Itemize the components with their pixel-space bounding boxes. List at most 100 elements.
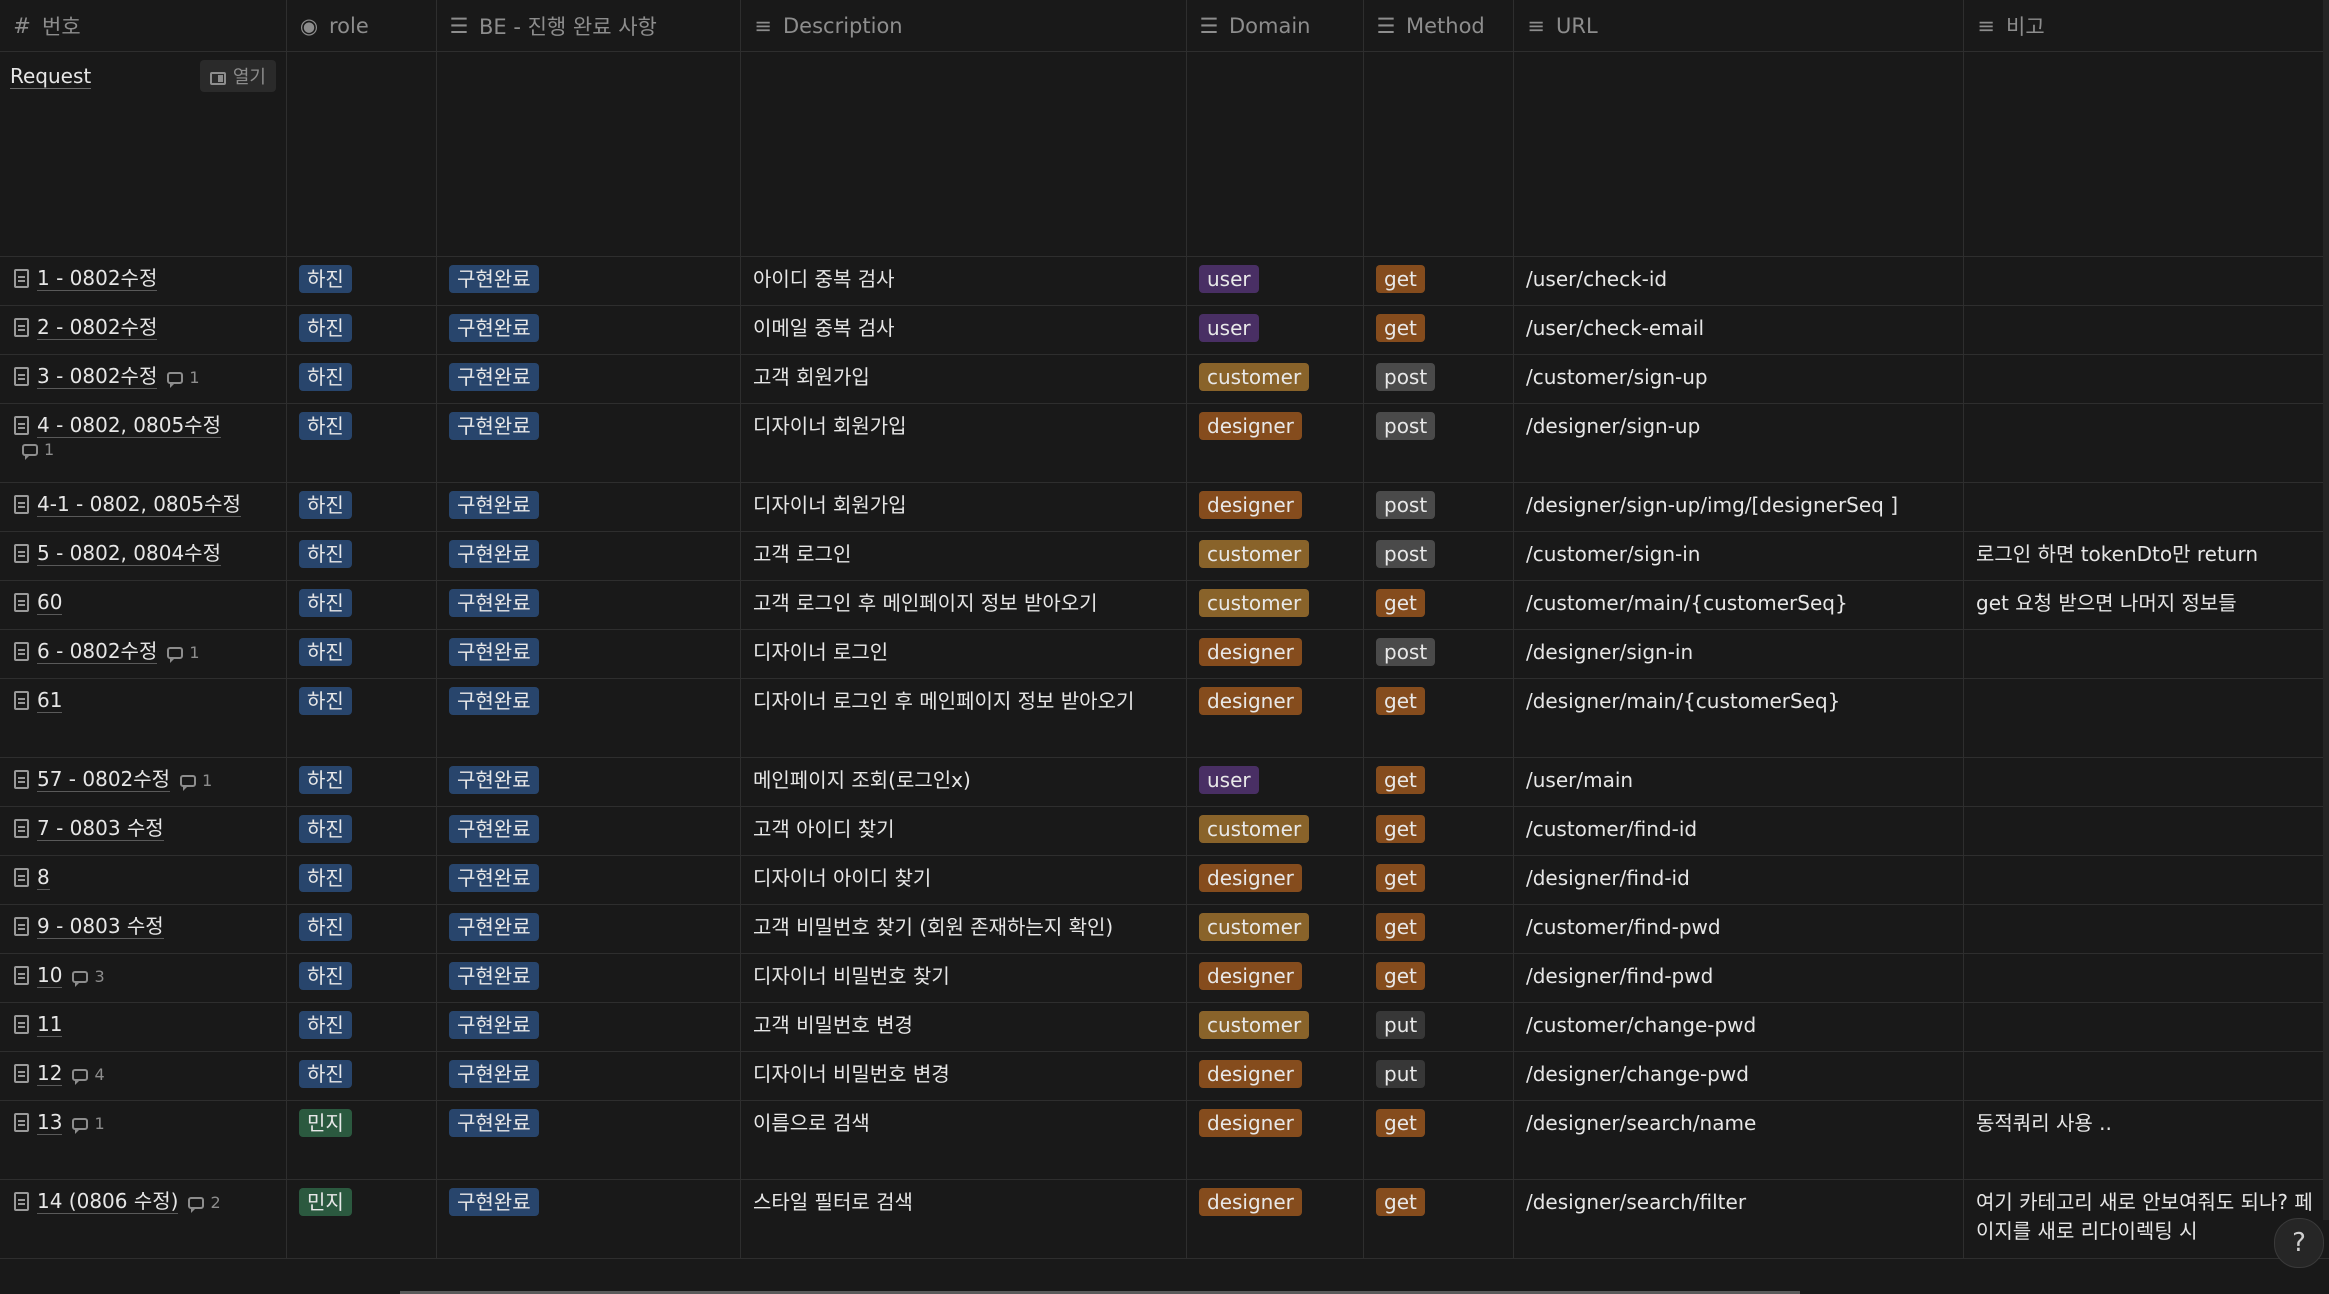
role-cell[interactable]: 하진 (287, 306, 437, 354)
table-row[interactable]: 57 - 0802수정 1 하진 구현완료 메인페이지 조회(로그인x) user get /… (0, 758, 2329, 807)
domain-cell[interactable]: customer (1187, 581, 1364, 629)
note-cell[interactable] (1964, 807, 2329, 855)
name-cell[interactable]: 61 (0, 679, 287, 757)
role-cell[interactable]: 하진 (287, 905, 437, 953)
url-cell[interactable]: /designer/find-pwd (1514, 954, 1964, 1002)
status-cell[interactable]: 구현완료 (437, 1101, 741, 1179)
row-title[interactable]: 6 - 0802수정 (37, 639, 158, 664)
status-cell[interactable]: 구현완료 (437, 581, 741, 629)
url-cell[interactable]: /user/check-id (1514, 257, 1964, 305)
vertical-scrollbar[interactable] (2323, 0, 2329, 1220)
description-cell[interactable]: 스타일 필터로 검색 (741, 1180, 1187, 1258)
comment-count[interactable]: 1 (72, 1114, 105, 1134)
column-header-role[interactable]: ◉ role (287, 0, 437, 51)
note-cell[interactable] (1964, 483, 2329, 531)
row-title[interactable]: 57 - 0802수정 (37, 767, 171, 792)
comment-count[interactable]: 1 (167, 643, 200, 663)
table-row[interactable]: 60 하진 구현완료 고객 로그인 후 메인페이지 정보 받아오기 customer ge… (0, 581, 2329, 630)
request-title[interactable]: Request (10, 64, 92, 89)
row-title[interactable]: 60 (37, 590, 63, 615)
status-cell[interactable]: 구현완료 (437, 355, 741, 403)
method-cell[interactable]: get (1364, 758, 1514, 806)
method-cell[interactable]: get (1364, 1101, 1514, 1179)
request-cell[interactable]: Request 열기 (0, 52, 287, 256)
name-cell[interactable]: 12 4 (0, 1052, 287, 1100)
description-cell[interactable]: 디자이너 비밀번호 찾기 (741, 954, 1187, 1002)
note-cell[interactable]: get 요청 받으면 나머지 정보들 (1964, 581, 2329, 629)
role-cell[interactable]: 하진 (287, 954, 437, 1002)
url-cell[interactable]: /designer/sign-up (1514, 404, 1964, 482)
domain-cell[interactable]: customer (1187, 807, 1364, 855)
status-cell[interactable]: 구현완료 (437, 905, 741, 953)
table-row[interactable]: 12 4 하진 구현완료 디자이너 비밀번호 변경 designer put/designe… (0, 1052, 2329, 1101)
url-cell[interactable]: /customer/sign-up (1514, 355, 1964, 403)
table-row-request[interactable]: Request 열기 (0, 52, 2329, 257)
method-cell[interactable]: post (1364, 483, 1514, 531)
row-title[interactable]: 12 (37, 1061, 63, 1086)
description-cell[interactable]: 디자이너 로그인 (741, 630, 1187, 678)
name-cell[interactable]: 14 (0806 수정) 2 (0, 1180, 287, 1258)
column-header-description[interactable]: ≡ Description (741, 0, 1187, 51)
url-cell[interactable]: /customer/find-pwd (1514, 905, 1964, 953)
table-row[interactable]: 6 - 0802수정 1 하진 구현완료 디자이너 로그인 designer post/de… (0, 630, 2329, 679)
status-cell[interactable]: 구현완료 (437, 257, 741, 305)
url-cell[interactable]: /designer/find-id (1514, 856, 1964, 904)
table-row[interactable]: 10 3 하진 구현완료 디자이너 비밀번호 찾기 designer get/designe… (0, 954, 2329, 1003)
note-cell[interactable] (1964, 758, 2329, 806)
status-cell[interactable]: 구현완료 (437, 532, 741, 580)
note-cell[interactable] (1964, 257, 2329, 305)
role-cell[interactable]: 하진 (287, 257, 437, 305)
domain-cell[interactable]: designer (1187, 679, 1364, 757)
row-title[interactable]: 10 (37, 963, 63, 988)
method-cell[interactable]: get (1364, 807, 1514, 855)
note-cell[interactable] (1964, 306, 2329, 354)
row-title[interactable]: 4 - 0802, 0805수정 (37, 413, 221, 438)
column-header-note[interactable]: ≡ 비고 (1964, 0, 2329, 51)
note-cell[interactable] (1964, 630, 2329, 678)
domain-cell[interactable]: customer (1187, 532, 1364, 580)
description-cell[interactable]: 아이디 중복 검사 (741, 257, 1187, 305)
method-cell[interactable]: post (1364, 404, 1514, 482)
column-header-method[interactable]: ☰ Method (1364, 0, 1514, 51)
method-cell[interactable]: post (1364, 532, 1514, 580)
name-cell[interactable]: 7 - 0803 수정 (0, 807, 287, 855)
url-cell[interactable]: /customer/change-pwd (1514, 1003, 1964, 1051)
role-cell[interactable]: 하진 (287, 483, 437, 531)
row-title[interactable]: 3 - 0802수정 (37, 364, 158, 389)
status-cell[interactable]: 구현완료 (437, 404, 741, 482)
method-cell[interactable]: get (1364, 905, 1514, 953)
name-cell[interactable]: 2 - 0802수정 (0, 306, 287, 354)
url-cell[interactable]: /designer/sign-in (1514, 630, 1964, 678)
role-cell[interactable]: 하진 (287, 581, 437, 629)
note-cell[interactable] (1964, 679, 2329, 757)
description-cell[interactable]: 이메일 중복 검사 (741, 306, 1187, 354)
role-cell[interactable]: 하진 (287, 1003, 437, 1051)
domain-cell[interactable]: designer (1187, 404, 1364, 482)
description-cell[interactable]: 고객 비밀번호 변경 (741, 1003, 1187, 1051)
domain-cell[interactable]: designer (1187, 483, 1364, 531)
role-cell[interactable]: 민지 (287, 1180, 437, 1258)
method-cell[interactable]: get (1364, 1180, 1514, 1258)
description-cell[interactable]: 디자이너 비밀번호 변경 (741, 1052, 1187, 1100)
url-cell[interactable]: /designer/change-pwd (1514, 1052, 1964, 1100)
role-cell[interactable]: 하진 (287, 1052, 437, 1100)
role-cell[interactable]: 하진 (287, 679, 437, 757)
row-title[interactable]: 9 - 0803 수정 (37, 914, 164, 939)
name-cell[interactable]: 1 - 0802수정 (0, 257, 287, 305)
url-cell[interactable]: /customer/find-id (1514, 807, 1964, 855)
domain-cell[interactable]: user (1187, 257, 1364, 305)
comment-count[interactable]: 1 (167, 368, 200, 388)
domain-cell[interactable]: designer (1187, 630, 1364, 678)
table-row[interactable]: 8 하진 구현완료 디자이너 아이디 찾기 designer get/designer/f… (0, 856, 2329, 905)
name-cell[interactable]: 57 - 0802수정 1 (0, 758, 287, 806)
table-row[interactable]: 4-1 - 0802, 0805수정 하진 구현완료 디자이너 회원가입 designe… (0, 483, 2329, 532)
role-cell[interactable]: 민지 (287, 1101, 437, 1179)
status-cell[interactable]: 구현완료 (437, 1180, 741, 1258)
row-title[interactable]: 14 (0806 수정) (37, 1189, 179, 1214)
note-cell[interactable] (1964, 355, 2329, 403)
method-cell[interactable]: post (1364, 630, 1514, 678)
method-cell[interactable]: get (1364, 679, 1514, 757)
status-cell[interactable]: 구현완료 (437, 630, 741, 678)
method-cell[interactable]: post (1364, 355, 1514, 403)
status-cell[interactable]: 구현완료 (437, 807, 741, 855)
